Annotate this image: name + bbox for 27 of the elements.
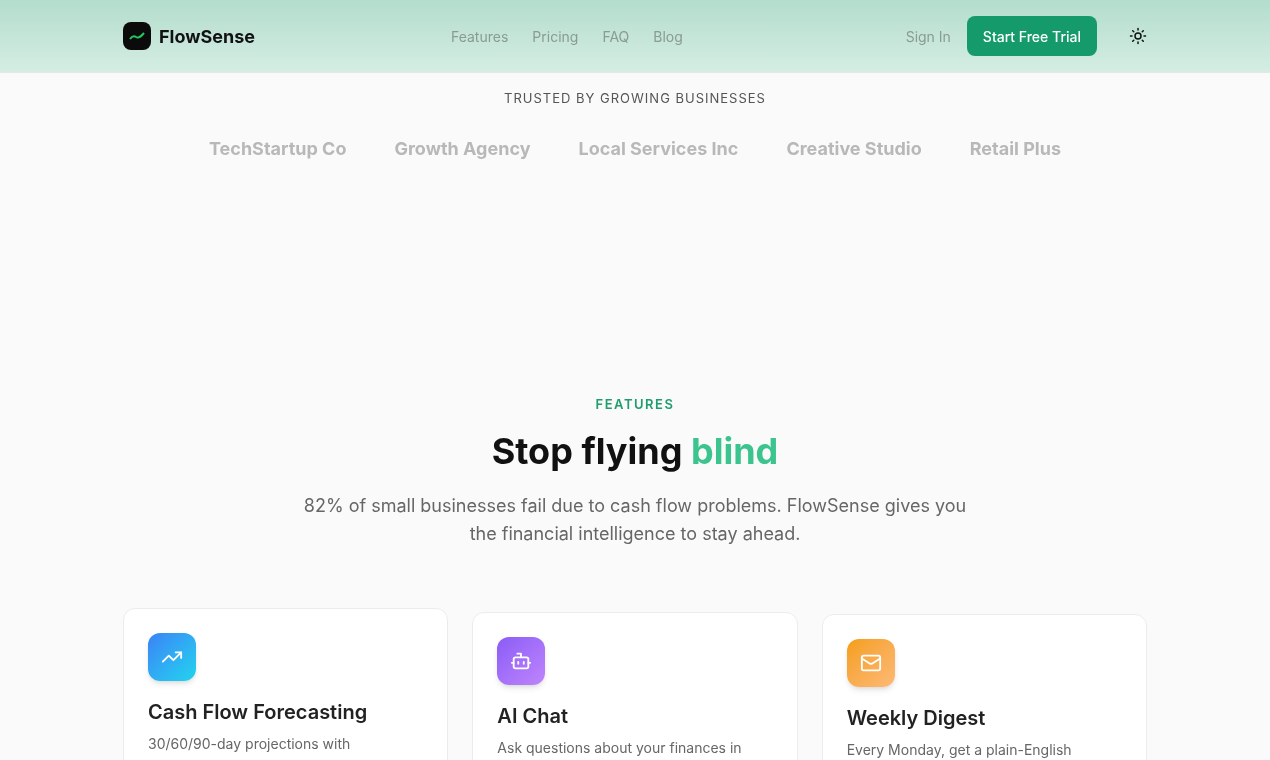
robot-icon bbox=[497, 637, 546, 685]
nav-link[interactable]: Features bbox=[451, 25, 509, 47]
section-heading: TRUSTED BY GROWING BUSINESSES bbox=[504, 89, 766, 108]
section-title: Stop flying blind bbox=[491, 428, 779, 475]
company-logo: Growth Agency bbox=[394, 136, 531, 161]
card-text: 30/60/90-day projections with bbox=[148, 735, 352, 752]
section-subtitle: 82% of small businesses fail due to cash flow problems. FlowSense gives you the financial intelligence to stay ahead. bbox=[302, 494, 968, 546]
company-logo: Creative Studio bbox=[786, 136, 922, 161]
start-trial-button[interactable]: Start Free Trial bbox=[966, 16, 1097, 56]
brand-name[interactable]: FlowSense bbox=[159, 22, 256, 50]
card-text: Ask questions about your finances in bbox=[497, 739, 743, 756]
nav-link[interactable]: Pricing bbox=[532, 25, 579, 47]
section-eyebrow: FEATURES bbox=[595, 394, 675, 414]
nav-link[interactable]: FAQ bbox=[602, 25, 630, 47]
card-title: Cash Flow Forecasting bbox=[148, 699, 369, 726]
card-text: Every Monday, get a plain-English bbox=[846, 741, 1073, 758]
theme-toggle[interactable] bbox=[1129, 27, 1147, 45]
nav-link[interactable]: Blog bbox=[653, 25, 683, 47]
company-logo: Local Services Inc bbox=[578, 136, 739, 161]
mail-icon bbox=[846, 639, 895, 687]
company-logo: TechStartup Co bbox=[208, 136, 347, 161]
company-logo: Retail Plus bbox=[969, 136, 1061, 161]
card-title: Weekly Digest bbox=[846, 705, 987, 732]
sign-in-link[interactable]: Sign In bbox=[905, 25, 951, 47]
trend-icon bbox=[148, 633, 196, 681]
card-title: AI Chat bbox=[497, 703, 569, 730]
logo-icon bbox=[123, 22, 151, 50]
